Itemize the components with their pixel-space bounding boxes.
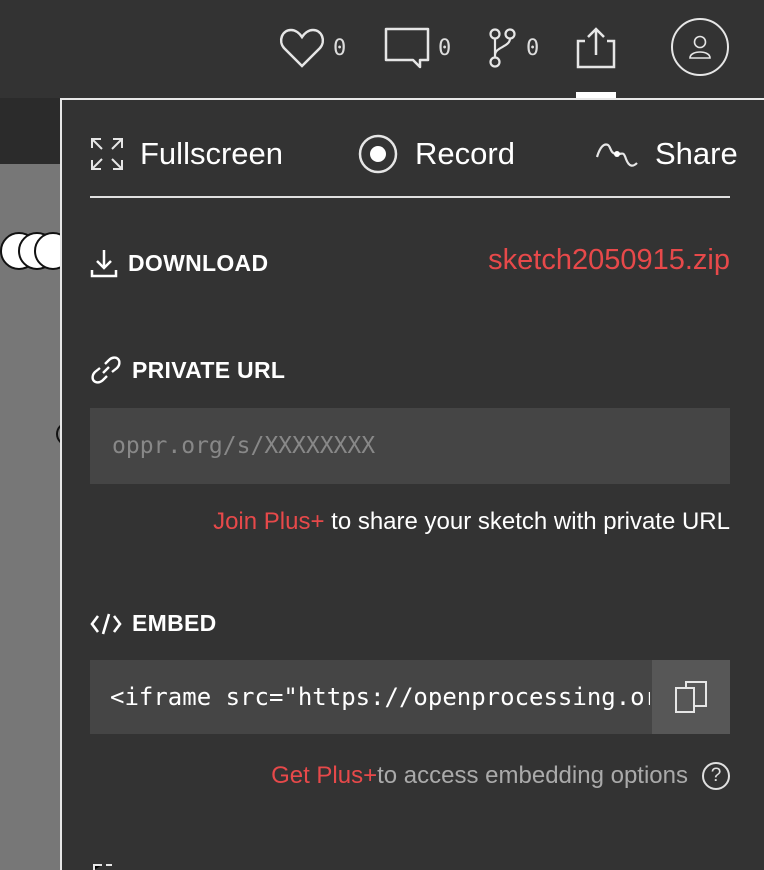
user-icon [689, 35, 711, 59]
code-icon [90, 613, 122, 634]
comment-button[interactable]: 0 [384, 26, 451, 70]
embed-note-text: to access embedding options [377, 762, 688, 789]
embed-heading-text: EMBED [132, 610, 217, 636]
share-wave-icon [595, 143, 638, 167]
comment-count: 0 [438, 35, 452, 61]
embed-note: Get Plus+ to access embedding options ? [271, 762, 730, 790]
download-file-link[interactable]: sketch2050915.zip [488, 244, 730, 277]
like-button[interactable]: 0 [279, 26, 346, 70]
embed-code-text[interactable]: <iframe src="https://openprocessing.org/… [110, 660, 650, 734]
embed-code-field[interactable]: <iframe src="https://openprocessing.org/… [90, 660, 730, 734]
link-icon [91, 356, 121, 384]
embed-heading: EMBED [90, 610, 217, 637]
fullscreen-icon [91, 138, 123, 170]
avatar[interactable] [671, 18, 729, 76]
fullscreen-button[interactable]: Fullscreen [90, 132, 283, 176]
record-label: Record [415, 136, 515, 171]
sketch-canvas[interactable] [0, 98, 62, 870]
fork-button[interactable]: 0 [488, 26, 539, 70]
download-heading-text: DOWNLOAD [128, 249, 269, 276]
download-icon [90, 250, 118, 278]
private-url-field[interactable] [90, 408, 730, 484]
record-button[interactable]: Record [357, 132, 515, 176]
like-count: 0 [333, 35, 347, 61]
fullscreen-label: Fullscreen [140, 136, 283, 171]
canvas-header-strip [0, 98, 62, 164]
share-label: Share [655, 136, 738, 171]
get-plus-link[interactable]: Get Plus+ [271, 762, 377, 790]
help-icon[interactable]: ? [702, 762, 730, 790]
record-icon [358, 134, 398, 174]
private-url-note-text: to share your sketch with private URL [324, 508, 730, 535]
copy-embed-button[interactable] [652, 660, 730, 734]
private-url-heading-text: PRIVATE URL [132, 356, 286, 383]
share-button[interactable]: Share [595, 132, 738, 176]
actions-divider [90, 196, 730, 198]
private-url-heading: PRIVATE URL [90, 354, 285, 386]
next-section-icon [93, 864, 112, 870]
share-actions-row: Fullscreen Record Share [90, 132, 738, 176]
top-bar: 0 0 0 [0, 0, 764, 98]
share-menu-button[interactable] [576, 26, 616, 70]
join-plus-link[interactable]: Join Plus+ [213, 508, 324, 535]
share-panel [60, 98, 764, 870]
share-upload-icon [576, 27, 616, 69]
fork-count: 0 [526, 35, 540, 61]
heart-icon [279, 28, 325, 68]
comment-icon [384, 27, 430, 69]
download-heading: DOWNLOAD [90, 248, 268, 278]
private-url-input[interactable] [110, 432, 714, 460]
fork-icon [489, 28, 516, 68]
copy-icon [675, 681, 707, 713]
private-url-note: Join Plus+ to share your sketch with pri… [213, 508, 730, 536]
